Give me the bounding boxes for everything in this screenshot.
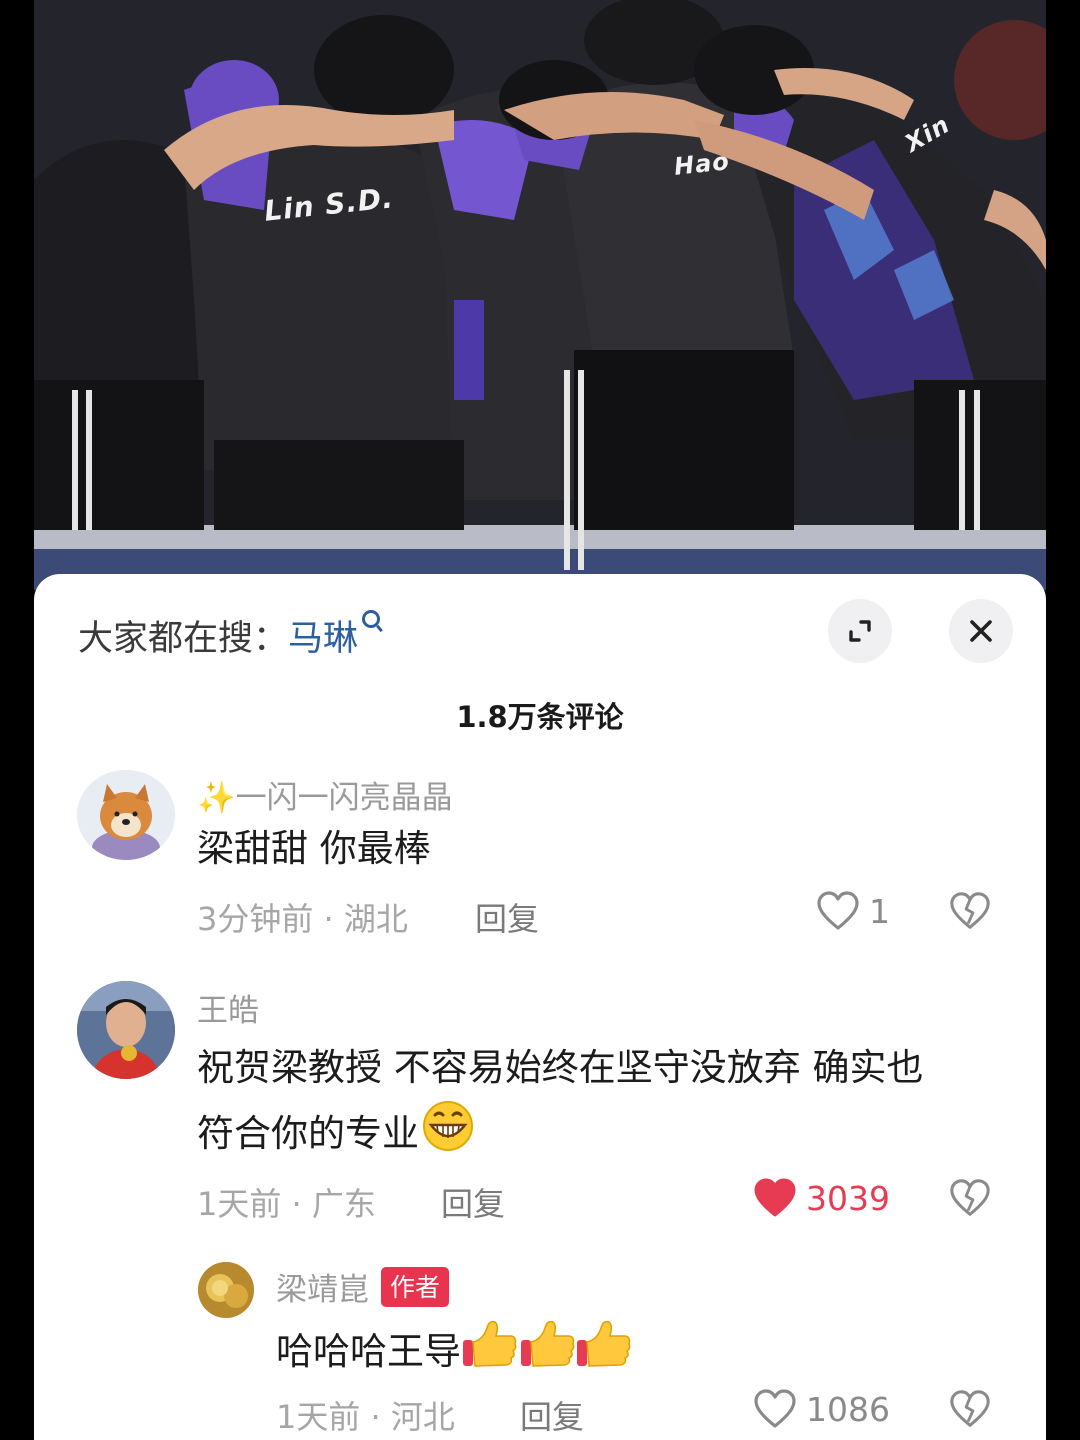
expand-button[interactable] [828,599,892,663]
author-badge: 作者 [381,1267,450,1307]
video-background-photo[interactable]: Lin S.D. Hao Xin [34,0,1046,590]
comment-username[interactable]: ✨一闪一闪亮晶晶 [197,772,453,817]
trending-search-term[interactable]: 马琳 [288,619,358,659]
broken-heart-icon [950,892,990,929]
comment-time-location: 3分钟前 · 湖北 [197,900,408,938]
user-avatar[interactable] [77,981,175,1079]
comment-time-location: 1天前 · 河北 [276,1398,455,1436]
comments-sheet: 大家都在搜：马琳 1.8万条评论 ✨一闪一闪亮晶晶 梁甜甜 你最棒 3分钟前 ·… [34,574,1046,1440]
like-button[interactable]: 3039 [752,1177,890,1219]
like-count: 1086 [806,1389,890,1429]
sparkle-icon: ✨ [197,780,236,816]
dislike-button[interactable] [948,1177,992,1223]
comment-username-text: 梁靖崑 [276,1272,369,1308]
heart-outline-icon [754,1389,796,1428]
grinning-face-emoji-icon [419,1099,477,1172]
like-count: 1 [869,891,890,931]
jersey-name-text: Hao [672,147,732,181]
reply-button[interactable]: 回复 [475,894,539,940]
heart-filled-icon [754,1178,796,1217]
comment-text-body: 哈哈哈王导 [276,1330,461,1373]
comment-username-text: 一闪一闪亮晶晶 [235,780,453,816]
comment-text-line: 祝贺梁教授 不容易始终在坚守没放弃 确实也 [197,1046,924,1089]
expand-icon [849,620,871,642]
shiba-dog-avatar-image [77,770,175,860]
reply-button[interactable]: 回复 [520,1392,584,1438]
heart-outline-icon [817,891,859,930]
gold-medal-avatar-image [198,1262,254,1318]
user-avatar[interactable] [198,1262,254,1318]
comment-text[interactable]: 祝贺梁教授 不容易始终在坚守没放弃 确实也 符合你的专业 [197,1037,924,1172]
trending-search-prefix: 大家都在搜： [78,619,289,659]
screen: Lin S.D. Hao Xin 大家都在搜：马琳 1.8万条评论 ✨一闪一闪亮… [34,0,1046,1440]
comment-text[interactable]: 哈哈哈王导 [276,1316,631,1391]
comment-username[interactable]: 王皓 [197,985,259,1030]
dislike-button[interactable] [948,1388,992,1434]
comment-text-line: 符合你的专业 [197,1099,924,1172]
comment-count-title: 1.8万条评论 [456,700,624,734]
like-button[interactable]: 1086 [752,1388,890,1430]
close-button[interactable] [949,599,1013,663]
trending-search-bar[interactable]: 大家都在搜：马琳 [78,610,381,661]
dislike-button[interactable] [948,890,992,936]
reply-button[interactable]: 回复 [441,1179,505,1225]
like-button[interactable]: 1 [815,890,890,932]
thumbs-up-emoji-icon [461,1316,631,1391]
broken-heart-icon [950,1390,990,1427]
like-count: 3039 [806,1178,890,1218]
user-avatar[interactable] [77,770,175,860]
comment-time-location: 1天前 · 广东 [197,1185,376,1223]
comment-username[interactable]: 梁靖崑 作者 [276,1264,450,1311]
team-huddle-illustration [34,0,1046,590]
broken-heart-icon [950,1179,990,1216]
close-icon [970,620,992,642]
player-avatar-image [77,981,175,1079]
comment-text-line-2: 符合你的专业 [197,1112,419,1155]
comment-text[interactable]: 梁甜甜 你最棒 [197,818,431,880]
search-icon [362,610,381,628]
